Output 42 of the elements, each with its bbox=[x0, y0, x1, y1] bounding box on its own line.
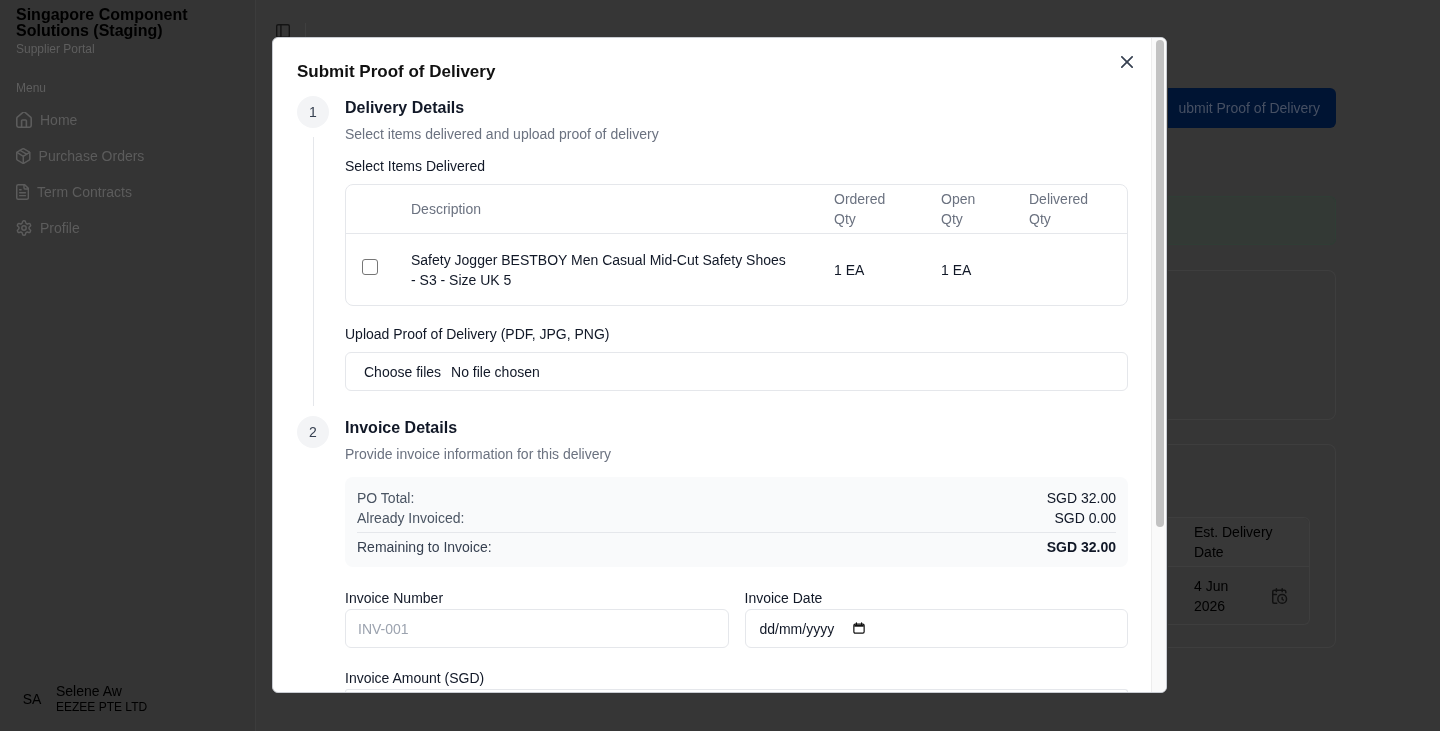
dialog-title: Submit Proof of Delivery bbox=[297, 61, 496, 83]
house-icon bbox=[16, 112, 32, 128]
field-label: Invoice Number bbox=[345, 589, 444, 608]
summary-value: SGD 32.00 bbox=[1046, 538, 1116, 557]
row-checkbox[interactable] bbox=[362, 259, 378, 275]
document-icon bbox=[16, 184, 30, 200]
step-title: Delivery Details bbox=[345, 98, 465, 118]
package-icon bbox=[16, 148, 31, 164]
step-badge: 2 bbox=[297, 416, 329, 448]
column-header: Est. Delivery Date bbox=[1194, 523, 1274, 562]
step-subtitle: Select items delivered and upload proof of delivery bbox=[345, 125, 659, 144]
field-label: Invoice Date bbox=[744, 589, 823, 608]
section-label: Select Items Delivered bbox=[345, 157, 486, 176]
column-header: Delivered Qty bbox=[1029, 190, 1089, 229]
summary-label: Already Invoiced: bbox=[357, 509, 465, 528]
summary-value: SGD 0.00 bbox=[1054, 509, 1116, 528]
field-label: Upload Proof of Delivery (PDF, JPG, PNG) bbox=[345, 325, 610, 344]
close-button[interactable] bbox=[1121, 56, 1133, 68]
step-title: Invoice Details bbox=[345, 418, 458, 438]
column-header: Description bbox=[411, 200, 482, 219]
text-field[interactable] bbox=[345, 689, 1128, 692]
summary-label: Remaining to Invoice: bbox=[357, 538, 492, 557]
gear-icon bbox=[16, 220, 32, 236]
action-button[interactable]: ubmit Proof of Delivery bbox=[1168, 88, 1336, 128]
step-subtitle: Provide invoice information for this delivery bbox=[345, 445, 612, 464]
field-label: Invoice Amount (SGD) bbox=[345, 669, 485, 688]
close-icon bbox=[1121, 56, 1133, 68]
scrollbar-thumb[interactable] bbox=[1156, 40, 1164, 527]
column-header: Open Qty bbox=[941, 190, 976, 229]
summary-label: PO Total: bbox=[357, 489, 415, 508]
choose-files-button[interactable]: Choose files bbox=[364, 363, 442, 380]
file-status-text: No file chosen bbox=[451, 362, 540, 382]
date-field[interactable]: dd/mm/yyyy bbox=[744, 609, 1128, 648]
summary-value: SGD 32.00 bbox=[1046, 489, 1116, 508]
table-cell-text: 1 EA bbox=[834, 260, 865, 280]
step-badge: 1 bbox=[297, 96, 329, 128]
column-header: Ordered Qty bbox=[834, 190, 886, 229]
calendar-icon[interactable] bbox=[852, 622, 865, 634]
table-cell-text: Safety Jogger BESTBOY Men Casual Mid-Cut Safety Shoes - S3 - Size UK 5 bbox=[411, 250, 787, 290]
sidebar-toggle-icon[interactable] bbox=[276, 24, 290, 38]
text-field[interactable]: INV-001 bbox=[345, 609, 729, 648]
table-cell-text: 1 EA bbox=[941, 260, 972, 280]
